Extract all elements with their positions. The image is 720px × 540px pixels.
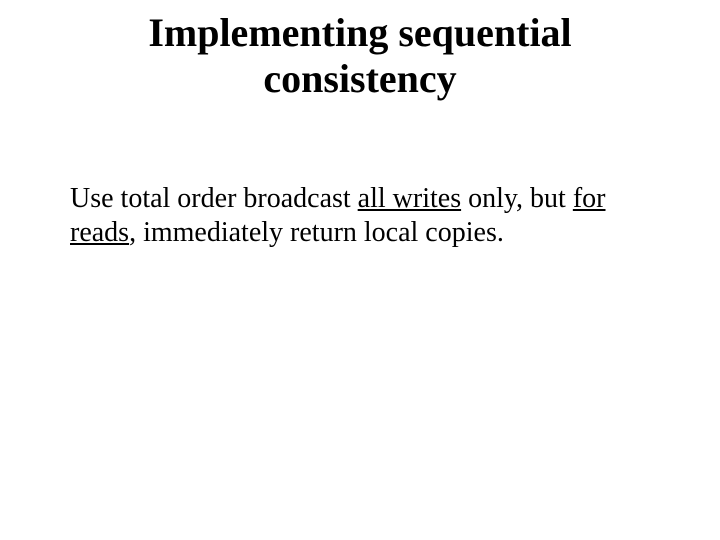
slide-body: Use total order broadcast all writes onl… [70,182,650,249]
body-all-writes: all writes [358,183,461,214]
body-post: , immediately return local copies. [129,217,504,248]
slide-title: Implementing sequential consistency [0,10,720,102]
title-line-1: Implementing sequential [148,10,571,55]
slide: Implementing sequential consistency Use … [0,0,720,540]
body-pre: Use total order broadcast [70,183,358,214]
title-line-2: consistency [263,56,456,101]
body-between: only, but [461,183,573,214]
